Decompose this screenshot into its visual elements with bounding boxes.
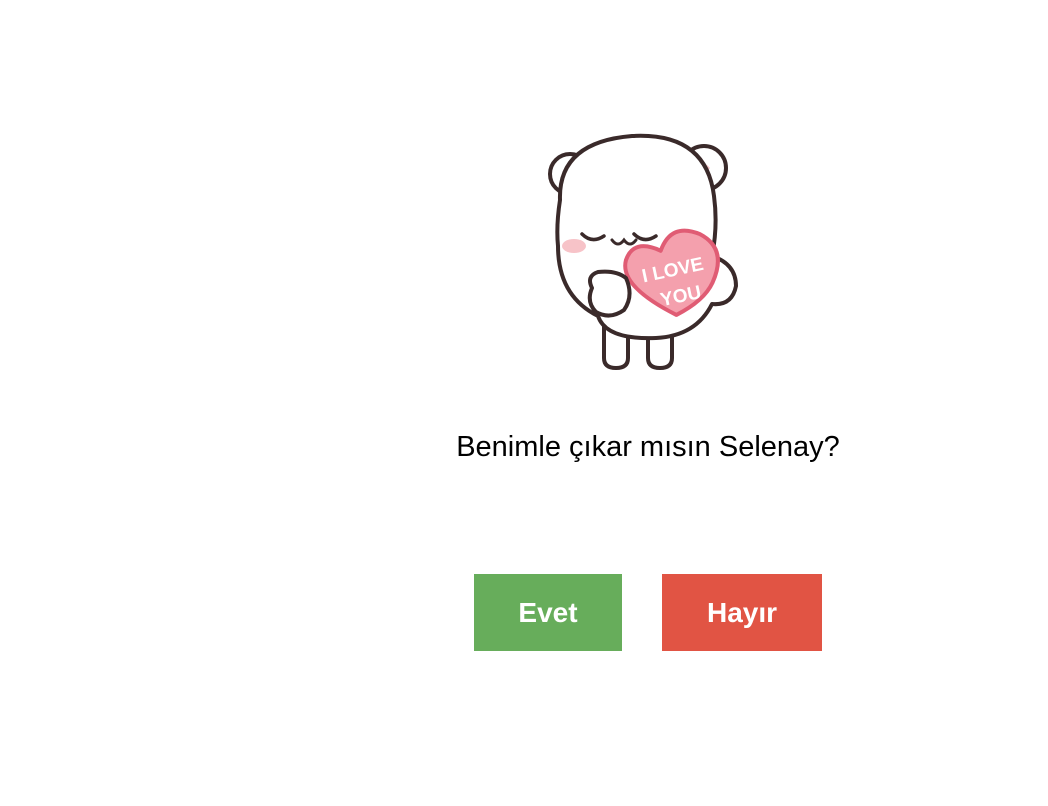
bear-paw bbox=[587, 269, 632, 318]
teddy-bear-holding-heart-icon: I LOVE YOU bbox=[548, 133, 738, 370]
yes-button[interactable]: Evet bbox=[474, 574, 622, 651]
question-text: Benimle çıkar mısın Selenay? bbox=[456, 431, 840, 463]
page: I LOVE YOU Benimle çıkar mısın Selenay? … bbox=[0, 0, 1048, 806]
no-button[interactable]: Hayır bbox=[662, 574, 822, 651]
